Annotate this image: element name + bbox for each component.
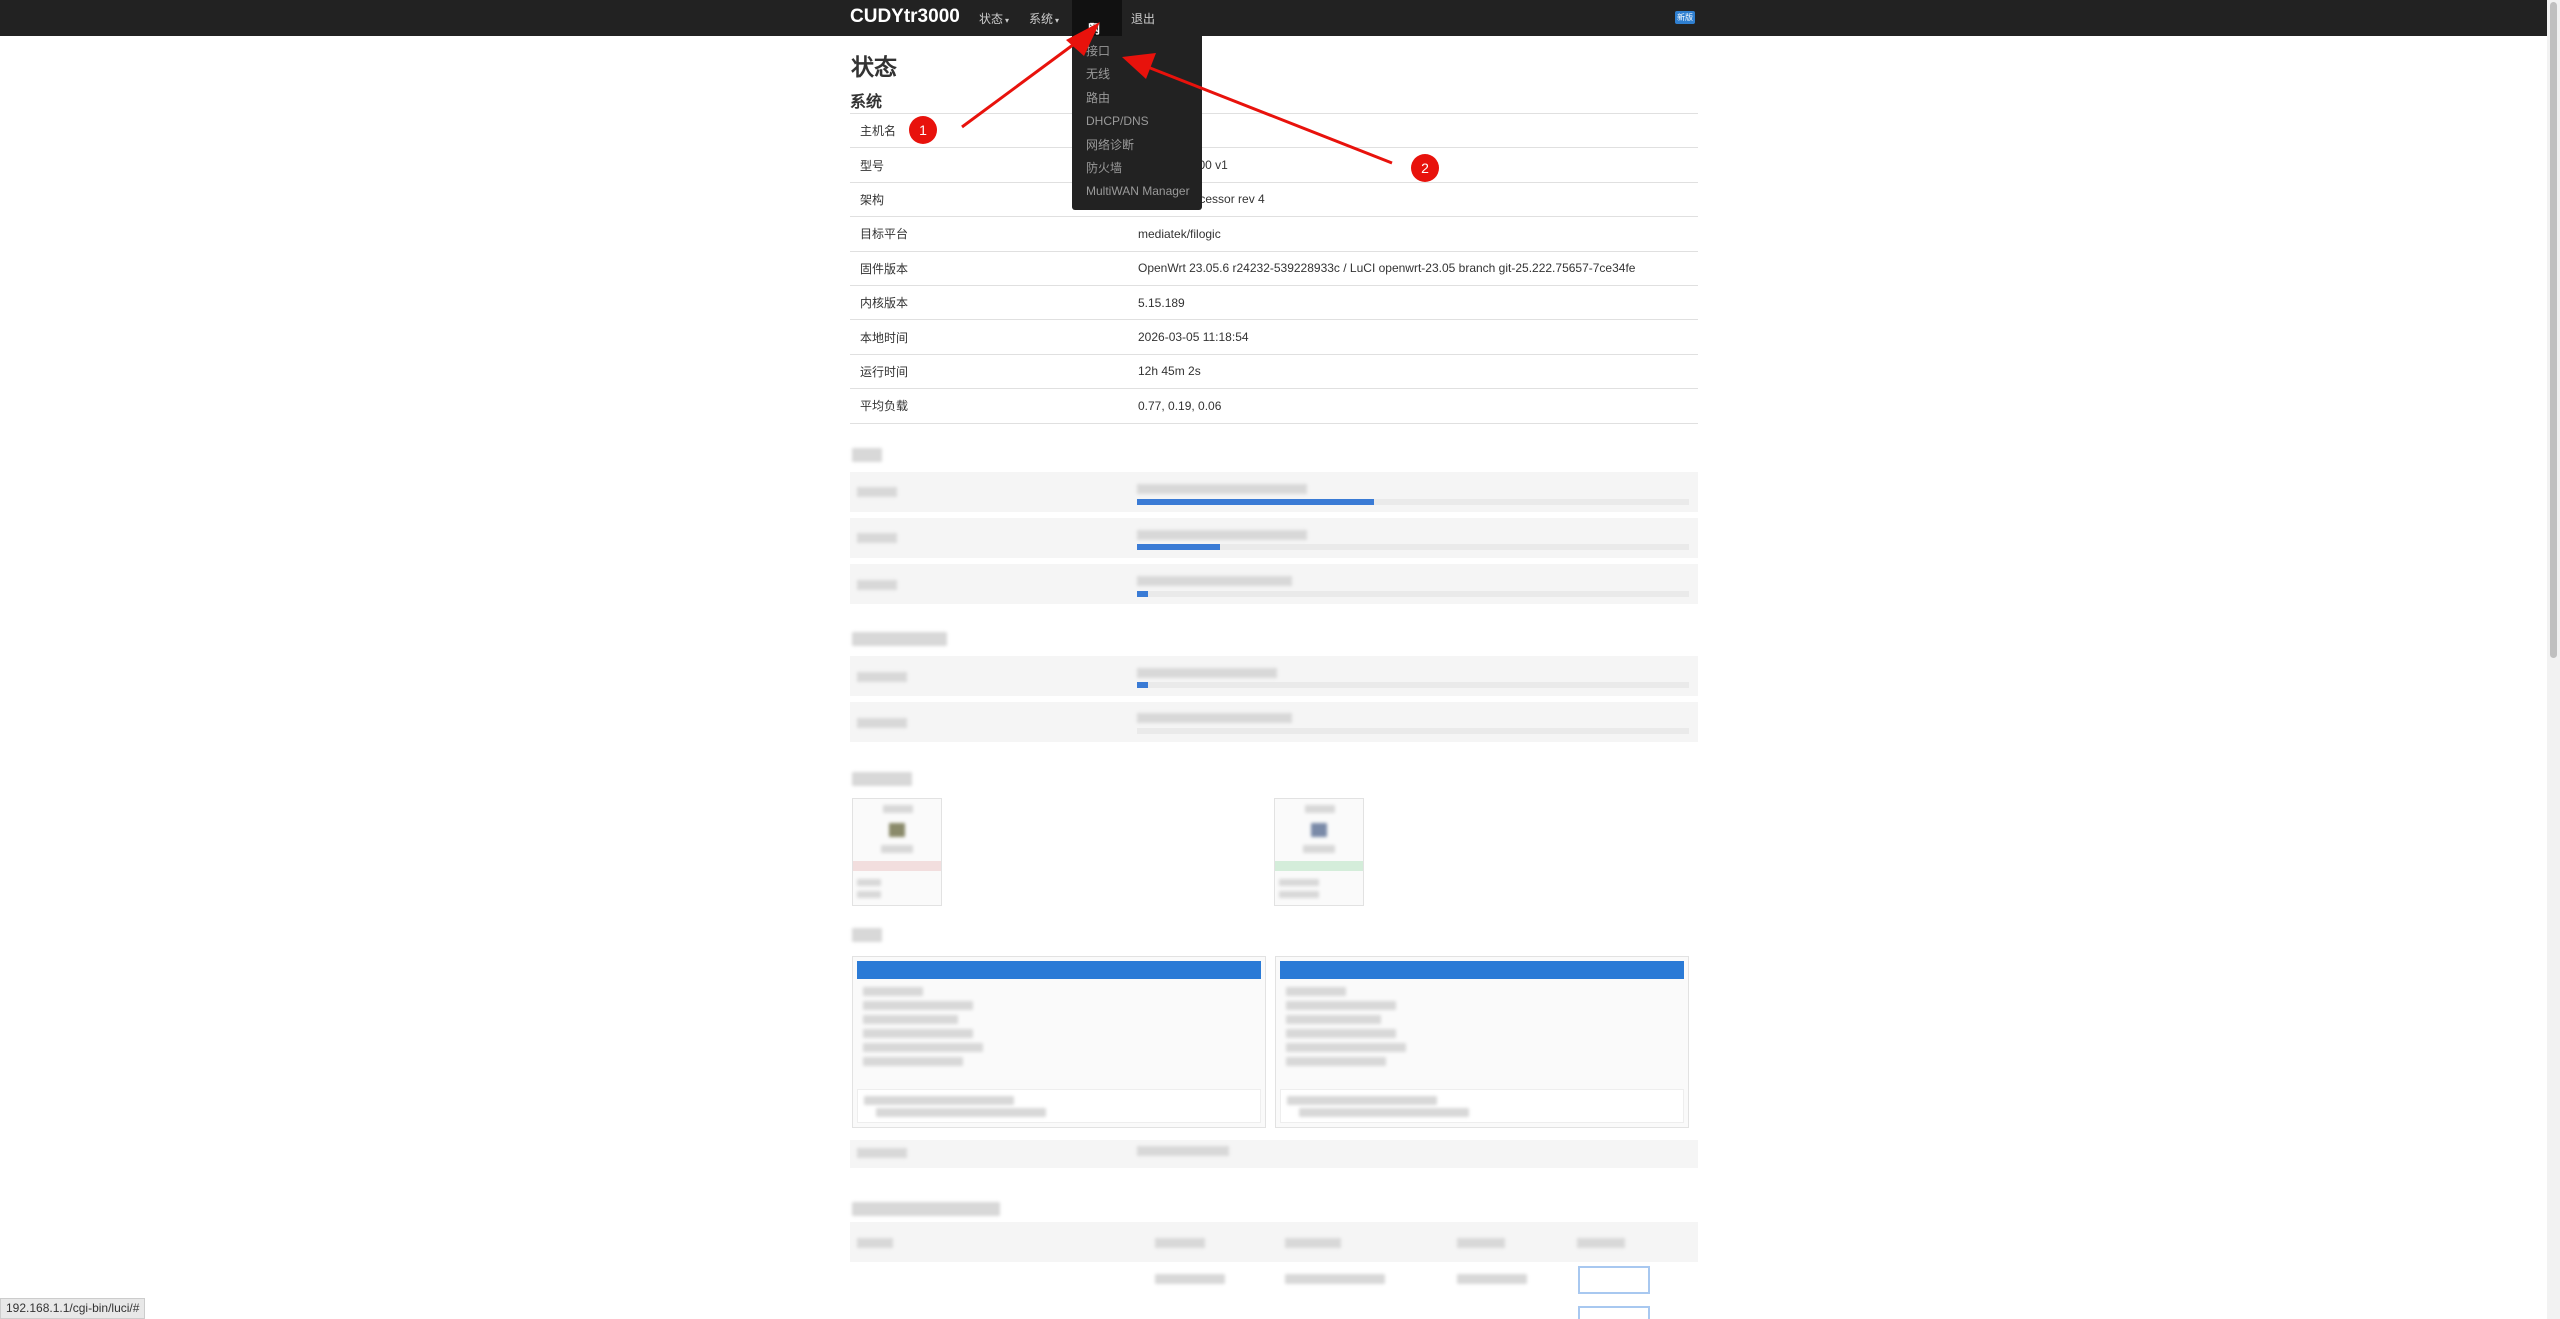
annotation-arrow-2	[1122, 53, 1393, 165]
annotation-label-2: 2	[1421, 160, 1429, 176]
annotation-marker-1: 1	[909, 116, 937, 144]
scrollbar-thumb[interactable]	[2550, 2, 2557, 658]
annotation-overlay: 1 2	[909, 22, 1439, 182]
annotation-label-1: 1	[919, 122, 927, 138]
browser-status-url: 192.168.1.1/cgi-bin/luci/#	[0, 1298, 146, 1319]
annotation-marker-2: 2	[1411, 154, 1439, 182]
annotation-arrow-1	[961, 22, 1100, 129]
